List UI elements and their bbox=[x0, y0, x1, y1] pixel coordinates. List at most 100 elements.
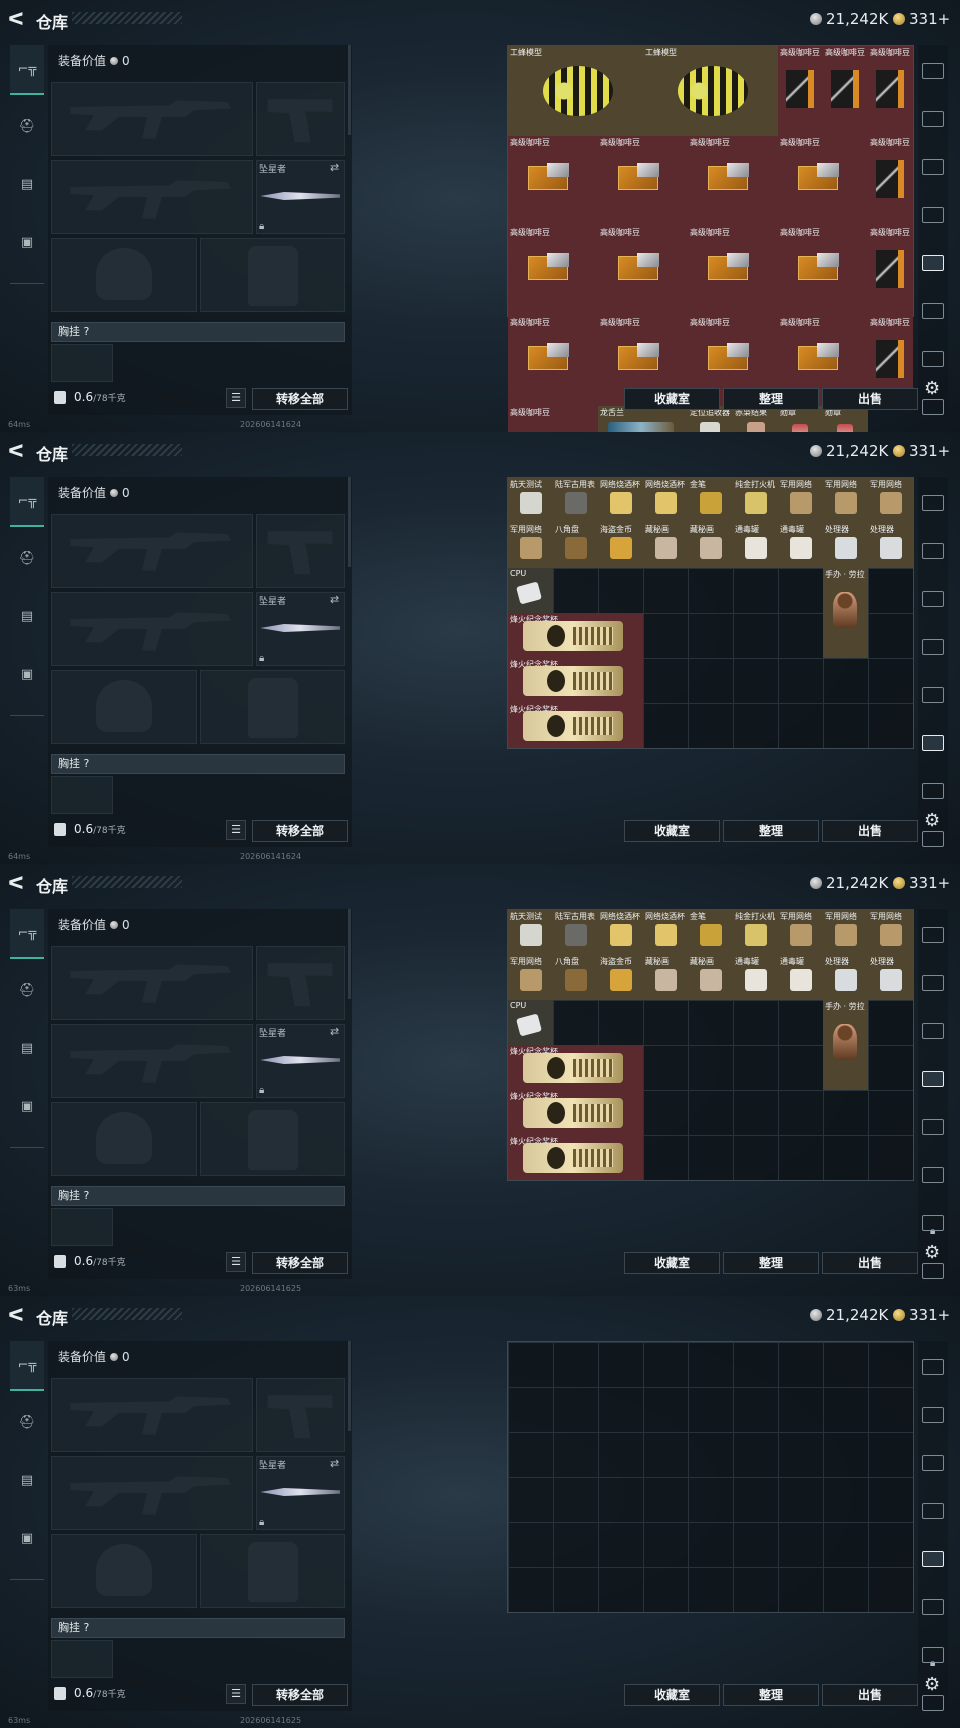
storage-tab-icon[interactable] bbox=[922, 1263, 944, 1279]
grid-item[interactable]: 处理器 bbox=[868, 523, 913, 568]
transfer-all-button[interactable]: 转移全部 bbox=[252, 820, 348, 842]
list-view-button[interactable]: ☰ bbox=[226, 1252, 246, 1272]
grid-item[interactable]: 高级咖啡豆 bbox=[868, 136, 913, 226]
storage-grid[interactable]: 航天测试 陆军古用表 网络烧酒杯 网络烧酒杯 金笔 纯金打火机 军用网络 军用网络 军用网络 军用… bbox=[507, 477, 914, 749]
panel-scrollbar[interactable] bbox=[348, 45, 351, 135]
grid-item[interactable]: 高级咖啡豆 bbox=[778, 136, 868, 226]
storage-tab-icon[interactable] bbox=[922, 1119, 944, 1135]
list-view-button[interactable]: ☰ bbox=[226, 388, 246, 408]
bag-icon[interactable]: ▣ bbox=[10, 1081, 44, 1131]
gun-icon[interactable]: ⌐╦ bbox=[10, 477, 44, 527]
sell-button[interactable]: 出售 bbox=[822, 820, 918, 842]
grid-item[interactable]: 烽火纪念奖杯 bbox=[508, 613, 643, 658]
sell-button[interactable]: 出售 bbox=[822, 1252, 918, 1274]
storage-tab-icon[interactable] bbox=[922, 1551, 944, 1567]
organize-button[interactable]: 整理 bbox=[723, 1684, 819, 1706]
organize-button[interactable]: 整理 bbox=[723, 820, 819, 842]
grid-item[interactable]: 网络烧酒杯 bbox=[643, 478, 688, 523]
storage-tab-icon[interactable] bbox=[922, 207, 944, 223]
gold-currency[interactable]: 331+ bbox=[893, 442, 950, 460]
organize-button[interactable]: 整理 bbox=[723, 1252, 819, 1274]
grid-item[interactable]: 高级咖啡豆 bbox=[508, 226, 598, 316]
helmet-icon[interactable]: ⛑ bbox=[10, 533, 44, 583]
transfer-all-button[interactable]: 转移全部 bbox=[252, 1684, 348, 1706]
gun-icon[interactable]: ⌐╦ bbox=[10, 45, 44, 95]
grid-item[interactable]: 高级咖啡豆 bbox=[508, 316, 598, 406]
grid-item[interactable]: 手办 · 劳拉 bbox=[823, 568, 868, 658]
grid-item[interactable]: 高级咖啡豆 bbox=[598, 136, 688, 226]
storage-tab-icon[interactable] bbox=[922, 159, 944, 175]
swap-icon[interactable]: ⇄ bbox=[330, 161, 339, 174]
grid-item[interactable]: 高级咖啡豆 bbox=[868, 226, 913, 316]
grid-item[interactable]: 陆军古用表 bbox=[553, 910, 598, 955]
collection-room-button[interactable]: 收藏室 bbox=[624, 820, 720, 842]
bag-icon[interactable]: ▣ bbox=[10, 649, 44, 699]
storage-tab-icon[interactable] bbox=[922, 1023, 944, 1039]
grid-item[interactable]: 八角盘 bbox=[553, 523, 598, 568]
lock-icon[interactable] bbox=[54, 822, 66, 836]
grid-item[interactable]: 工蜂模型 bbox=[508, 46, 643, 136]
chest-rig-header[interactable]: 胸挂 ? bbox=[51, 754, 345, 774]
gold-currency[interactable]: 331+ bbox=[893, 874, 950, 892]
settings-gear-icon[interactable]: ⚙ bbox=[924, 1242, 940, 1263]
gun-icon[interactable]: ⌐╦ bbox=[10, 909, 44, 959]
grid-item[interactable]: 军用网络 bbox=[823, 478, 868, 523]
grid-item[interactable]: 金笔 bbox=[688, 478, 733, 523]
grid-item[interactable]: 通毒罐 bbox=[778, 523, 823, 568]
back-icon[interactable]: ᐸ bbox=[8, 442, 28, 462]
back-icon[interactable]: ᐸ bbox=[8, 10, 28, 30]
grid-item[interactable]: 高级咖啡豆 bbox=[508, 406, 598, 432]
chest-rig-slot[interactable] bbox=[51, 344, 113, 382]
grid-item[interactable]: 网络烧酒杯 bbox=[643, 910, 688, 955]
grid-item[interactable]: 高级咖啡豆 bbox=[778, 46, 823, 136]
grid-item[interactable]: 工蜂模型 bbox=[643, 46, 778, 136]
grid-item[interactable]: 航天测试 bbox=[508, 478, 553, 523]
storage-tab-icon[interactable] bbox=[922, 591, 944, 607]
grid-item[interactable]: 海盗金币 bbox=[598, 955, 643, 1000]
grid-item[interactable]: 网络烧酒杯 bbox=[598, 910, 643, 955]
grid-item[interactable]: 烽火纪念奖杯 bbox=[508, 1090, 643, 1135]
grid-item[interactable]: 军用网络 bbox=[868, 910, 913, 955]
collection-room-button[interactable]: 收藏室 bbox=[624, 388, 720, 410]
storage-tab-icon[interactable] bbox=[922, 831, 944, 847]
storage-tab-icon[interactable] bbox=[922, 351, 944, 367]
grid-item[interactable]: 高级咖啡豆 bbox=[598, 226, 688, 316]
grid-item[interactable]: 金笔 bbox=[688, 910, 733, 955]
gold-currency[interactable]: 331+ bbox=[893, 10, 950, 28]
list-view-button[interactable]: ☰ bbox=[226, 1684, 246, 1704]
storage-tab-icon[interactable] bbox=[922, 543, 944, 559]
storage-tab-icon[interactable] bbox=[922, 783, 944, 799]
storage-tab-icon[interactable] bbox=[922, 1071, 944, 1087]
grid-item[interactable]: 高级咖啡豆 bbox=[688, 226, 778, 316]
storage-tab-icon[interactable] bbox=[922, 1167, 944, 1183]
lock-icon[interactable] bbox=[54, 1254, 66, 1268]
grid-item[interactable]: 通毒罐 bbox=[733, 955, 778, 1000]
storage-tab-icon[interactable] bbox=[922, 735, 944, 751]
vest-icon[interactable]: ▤ bbox=[10, 1455, 44, 1505]
grid-item[interactable]: 军用网络 bbox=[868, 478, 913, 523]
lock-icon[interactable] bbox=[54, 390, 66, 404]
helmet-icon[interactable]: ⛑ bbox=[10, 965, 44, 1015]
grid-item[interactable]: 纯金打火机 bbox=[733, 478, 778, 523]
grid-item[interactable]: 高级咖啡豆 bbox=[688, 136, 778, 226]
grid-item[interactable]: 藏秘画 bbox=[643, 955, 688, 1000]
storage-tab-icon[interactable] bbox=[922, 399, 944, 415]
storage-tab-icon[interactable] bbox=[922, 1455, 944, 1471]
panel-scrollbar[interactable] bbox=[348, 1341, 351, 1431]
transfer-all-button[interactable]: 转移全部 bbox=[252, 388, 348, 410]
storage-tab-icon[interactable] bbox=[922, 1503, 944, 1519]
grid-item[interactable]: CPU bbox=[508, 1000, 553, 1045]
storage-home-icon[interactable] bbox=[922, 927, 944, 943]
storage-tab-icon[interactable] bbox=[922, 1599, 944, 1615]
settings-gear-icon[interactable]: ⚙ bbox=[924, 810, 940, 831]
gun-icon[interactable]: ⌐╦ bbox=[10, 1341, 44, 1391]
grid-item[interactable]: 高级咖啡豆 bbox=[778, 226, 868, 316]
grid-item[interactable]: 军用网络 bbox=[508, 955, 553, 1000]
vest-icon[interactable]: ▤ bbox=[10, 159, 44, 209]
helmet-icon[interactable]: ⛑ bbox=[10, 101, 44, 151]
back-icon[interactable]: ᐸ bbox=[8, 874, 28, 894]
chest-rig-header[interactable]: 胸挂 ? bbox=[51, 1618, 345, 1638]
back-icon[interactable]: ᐸ bbox=[8, 1306, 28, 1326]
chest-rig-slot[interactable] bbox=[51, 1208, 113, 1246]
lock-icon[interactable] bbox=[54, 1686, 66, 1700]
